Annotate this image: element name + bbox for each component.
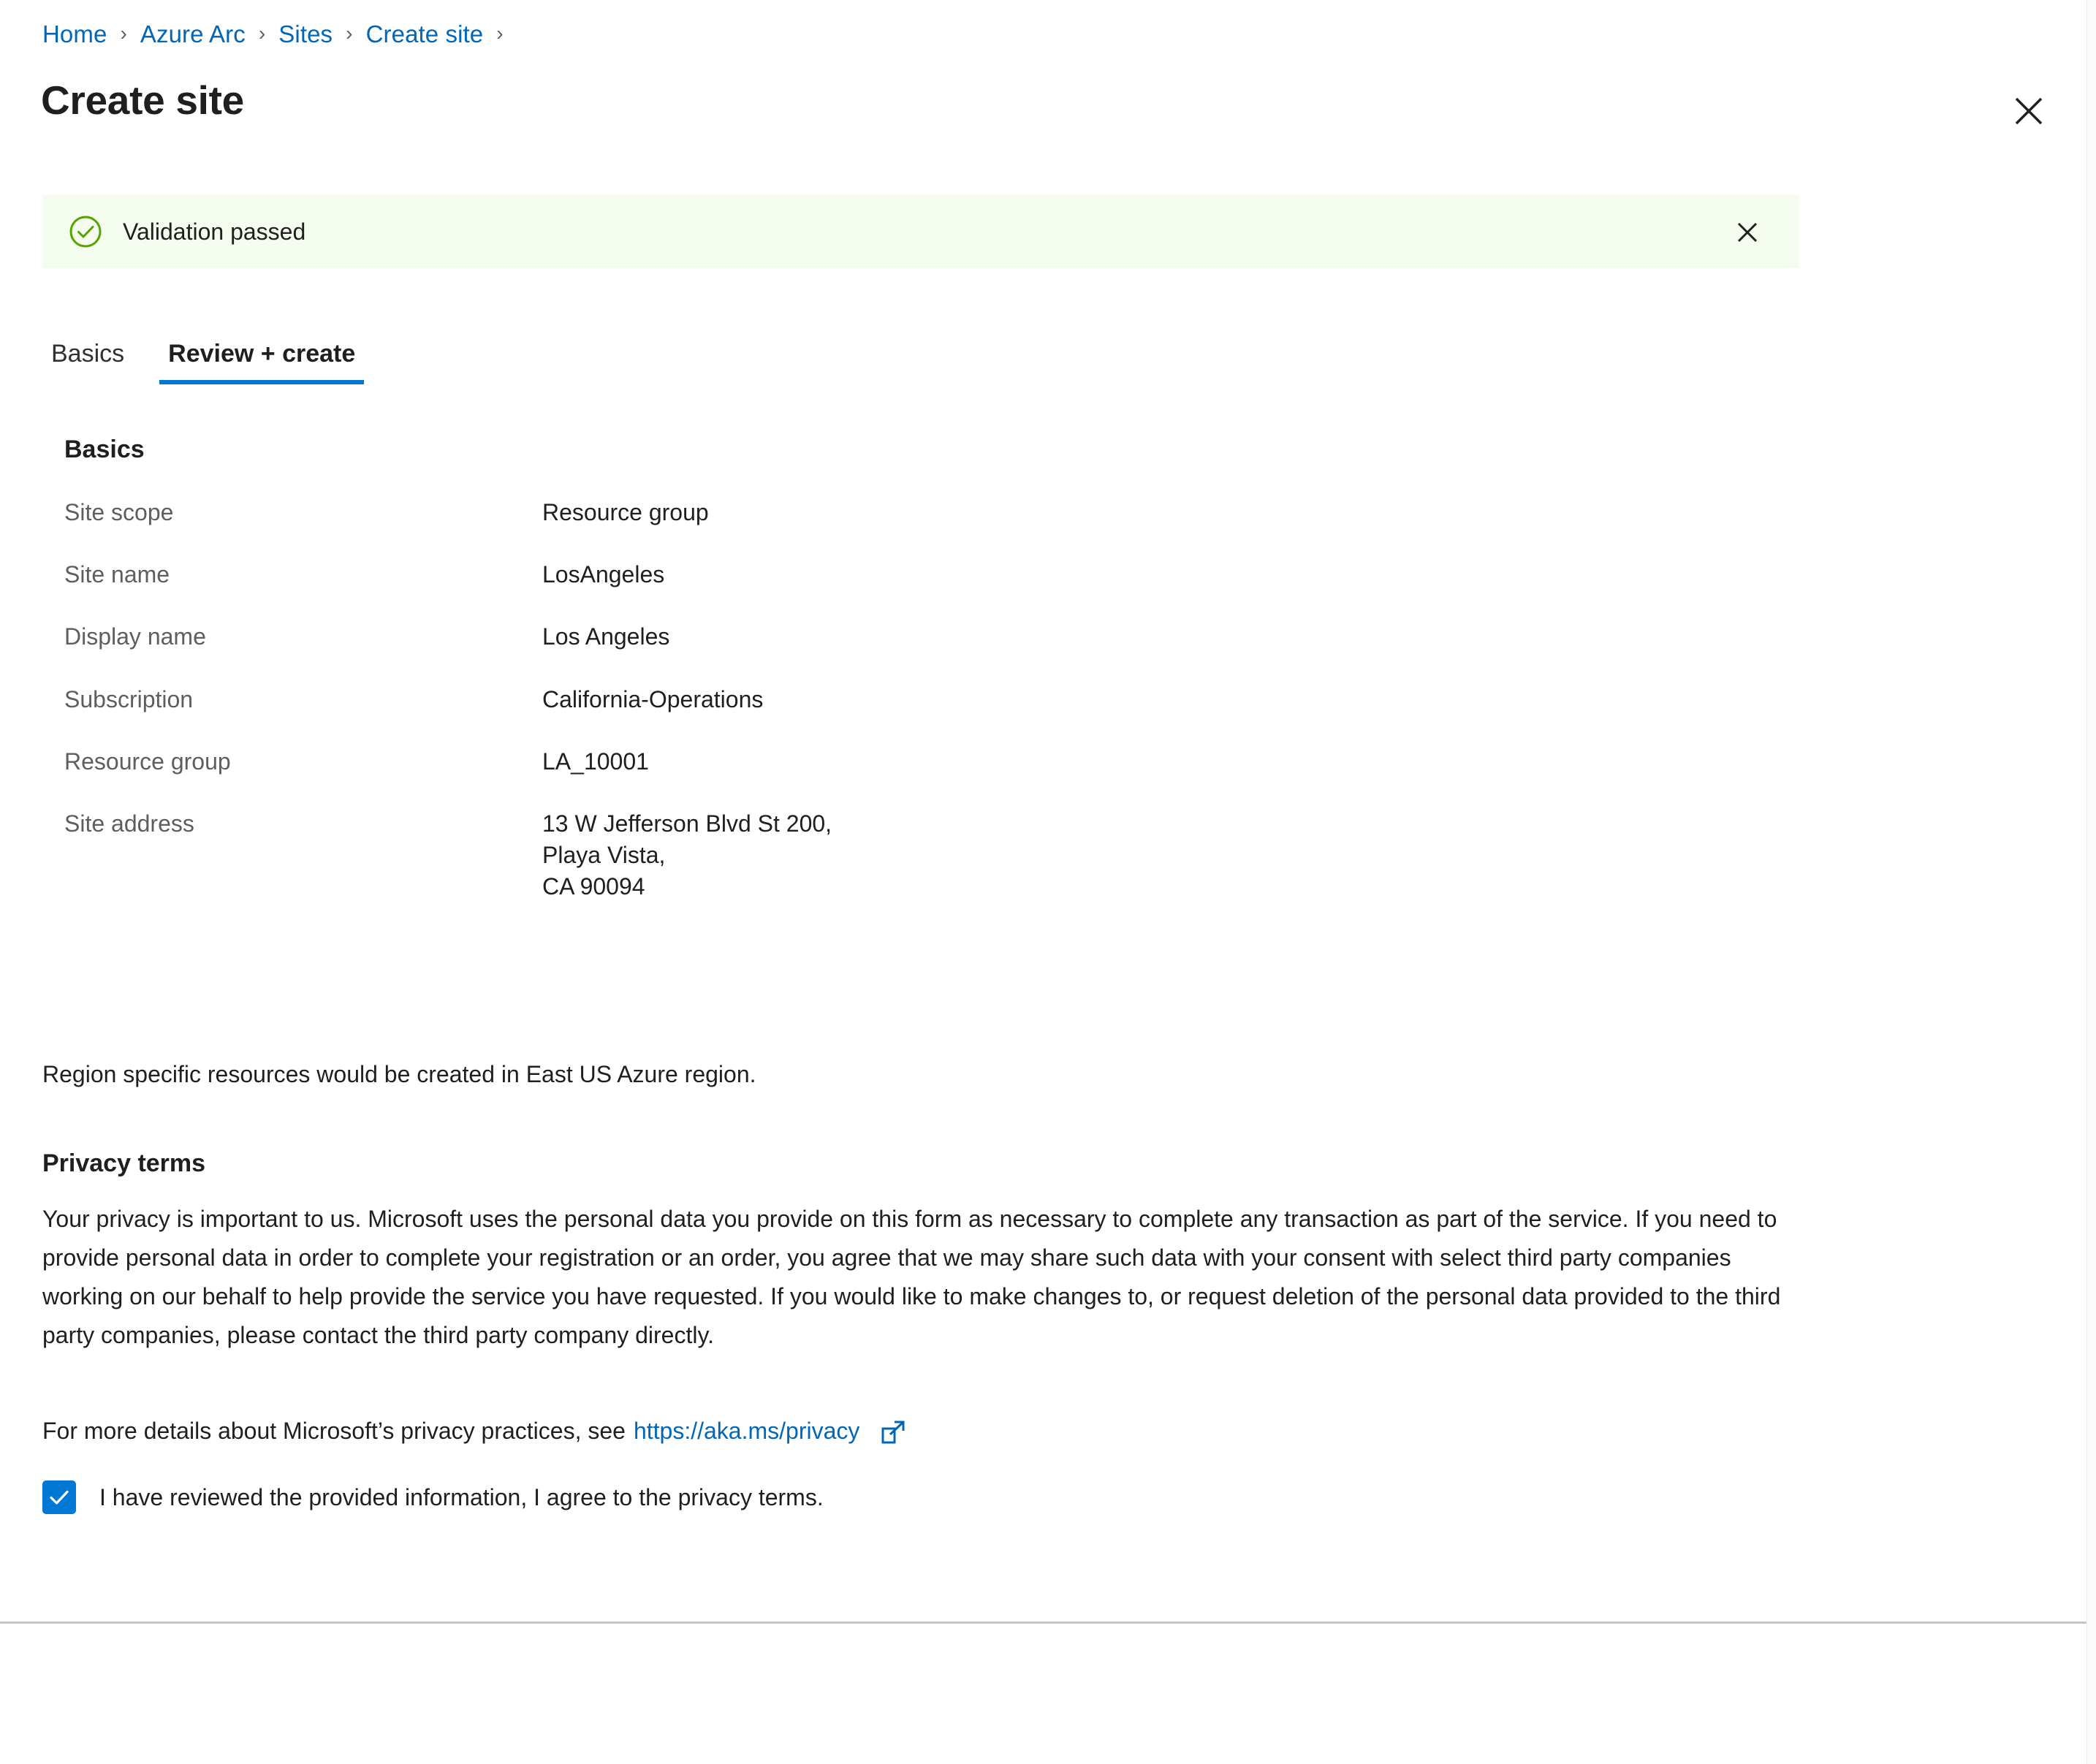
summary-label: Resource group (64, 748, 231, 775)
breadcrumb: Home › Azure Arc › Sites › Create site › (42, 16, 517, 53)
tab-basics-label: Basics (51, 340, 125, 368)
summary-value: LA_10001 (542, 748, 649, 775)
tab-basics[interactable]: Basics (42, 340, 133, 384)
tab-active-underline (159, 380, 365, 384)
breadcrumb-item-home[interactable]: Home (42, 20, 107, 48)
check-circle-icon (69, 215, 102, 248)
breadcrumb-item-sites[interactable]: Sites (278, 20, 333, 48)
region-note: Region specific resources would be creat… (42, 1061, 756, 1087)
breadcrumb-item-azure-arc[interactable]: Azure Arc (140, 20, 246, 48)
summary-value: California-Operations (542, 685, 764, 712)
tab-review-create[interactable]: Review + create (159, 340, 365, 384)
summary-label: Subscription (64, 685, 194, 712)
external-link-icon[interactable] (877, 1418, 908, 1448)
summary-value: Resource group (542, 499, 709, 525)
summary-label: Site name (64, 561, 170, 588)
tab-review-create-label: Review + create (168, 340, 356, 368)
summary-row-site-scope: Site scope Resource group (0, 497, 1827, 528)
privacy-terms-heading: Privacy terms (42, 1149, 206, 1177)
summary-row-site-address: Site address 13 W Jefferson Blvd St 200,… (0, 808, 1827, 903)
summary-label: Site address (64, 810, 194, 837)
summary-value: Los Angeles (542, 623, 670, 650)
privacy-link-line: For more details about Microsoft’s priva… (42, 1415, 908, 1446)
summary-value: 13 W Jefferson Blvd St 200, Playa Vista,… (542, 810, 832, 900)
summary-row-subscription: Subscription California-Operations (0, 684, 1827, 715)
summary-label: Display name (64, 623, 206, 650)
close-icon[interactable] (1732, 217, 1763, 248)
page-title: Create site (41, 77, 244, 123)
blade-right-edge (2086, 0, 2096, 1764)
close-icon[interactable] (2007, 89, 2051, 133)
summary-value: LosAngeles (542, 561, 665, 588)
breadcrumb-separator-icon: › (120, 22, 127, 45)
privacy-consent-checkbox[interactable] (42, 1480, 76, 1514)
summary-label: Site scope (64, 499, 174, 525)
breadcrumb-separator-icon: › (258, 22, 266, 45)
privacy-link-prefix: For more details about Microsoft’s priva… (42, 1417, 626, 1444)
privacy-policy-link[interactable]: https://aka.ms/privacy (634, 1418, 859, 1445)
breadcrumb-item-create-site[interactable]: Create site (366, 20, 484, 48)
breadcrumb-separator-icon: › (496, 22, 504, 45)
privacy-consent-label: I have reviewed the provided information… (99, 1483, 824, 1510)
create-site-blade: Home › Azure Arc › Sites › Create site ›… (0, 0, 2096, 1764)
privacy-terms-body: Your privacy is important to us. Microso… (42, 1206, 1781, 1348)
summary-row-display-name: Display name Los Angeles (0, 621, 1827, 653)
basics-section-heading: Basics (64, 436, 145, 463)
validation-banner-message: Validation passed (123, 218, 306, 245)
basics-summary-list: Site scope Resource group Site name LosA… (0, 497, 1827, 934)
wizard-footer: Create < Previous Next Give feedback (0, 1624, 2096, 1764)
validation-banner: Validation passed (42, 195, 1799, 268)
privacy-consent-row[interactable]: I have reviewed the provided information… (42, 1480, 824, 1514)
breadcrumb-separator-icon: › (346, 22, 353, 45)
summary-row-site-name: Site name LosAngeles (0, 559, 1827, 590)
wizard-tabs: Basics Review + create (42, 322, 365, 384)
summary-row-resource-group: Resource group LA_10001 (0, 746, 1827, 778)
